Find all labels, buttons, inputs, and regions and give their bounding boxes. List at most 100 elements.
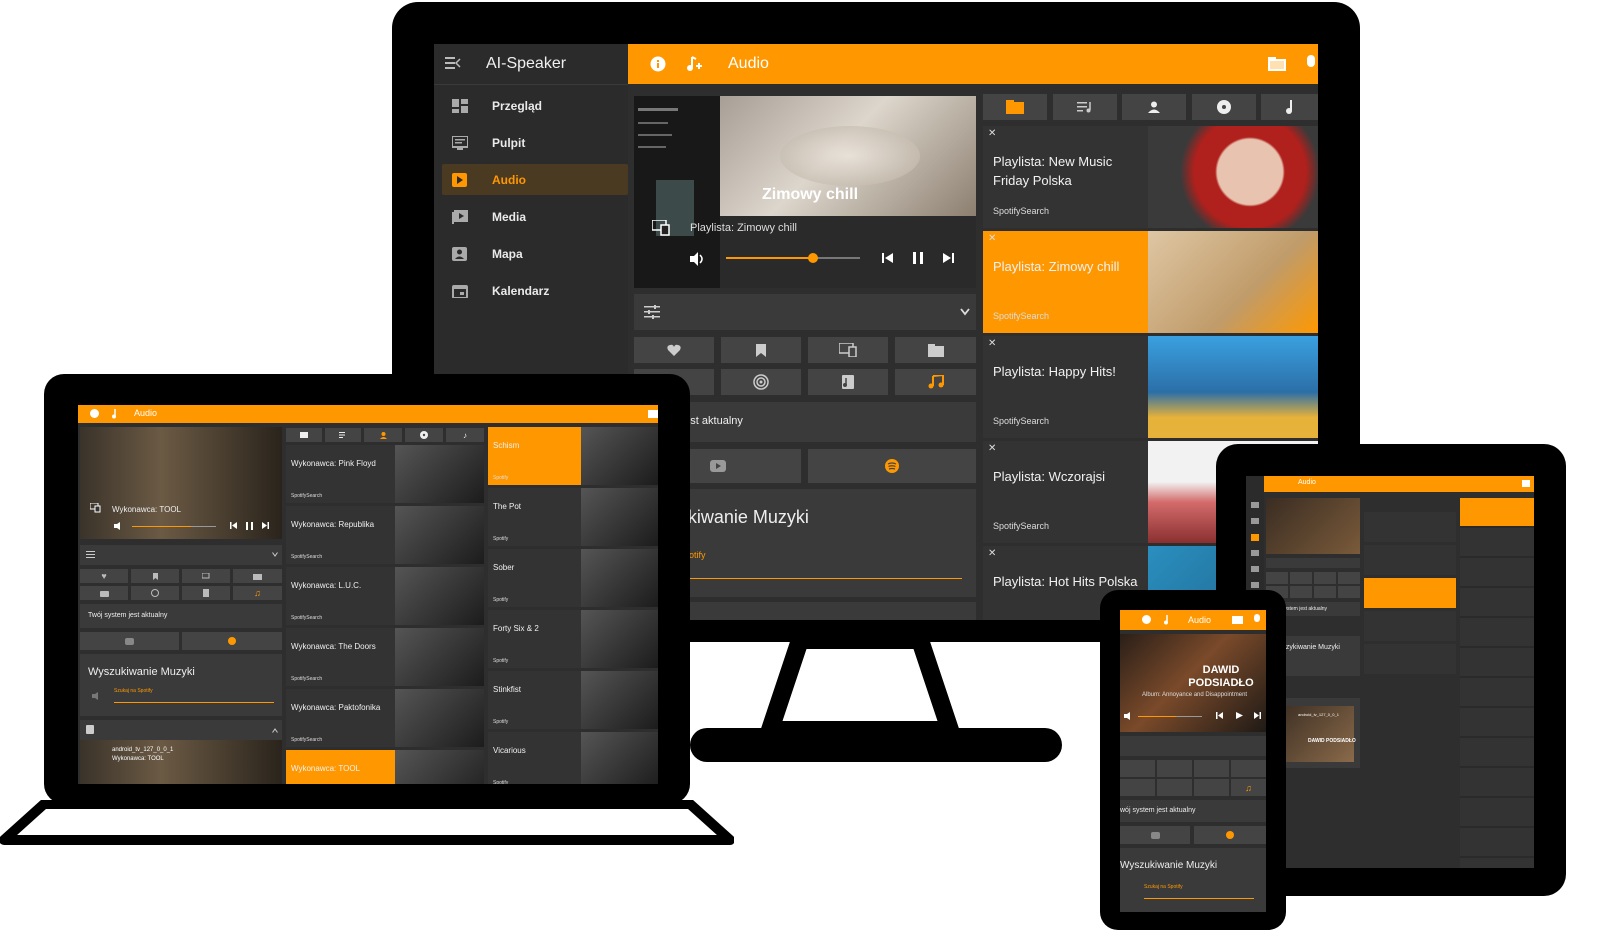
sidebar-item-przeglad[interactable]: Przegląd <box>442 90 628 121</box>
tablet-action-button[interactable] <box>1266 572 1288 584</box>
sidebar-item-media[interactable]: Media <box>442 201 628 232</box>
tab-playlists[interactable] <box>325 428 361 442</box>
list-item[interactable]: The Pot Spotify <box>488 488 658 546</box>
tab-artists[interactable] <box>364 428 402 442</box>
list-item[interactable]: Forty Six & 2 Spotify <box>488 610 658 668</box>
info-icon[interactable] <box>1142 615 1151 624</box>
tab-folders[interactable] <box>983 94 1047 120</box>
list-item-selected[interactable]: Wykonawca: TOOL <box>286 750 484 784</box>
audiobook-button[interactable] <box>1194 779 1229 796</box>
cast-devices-button[interactable] <box>1194 760 1229 777</box>
tablet-action-button[interactable] <box>1290 572 1312 584</box>
volume-icon[interactable] <box>114 522 123 530</box>
folder-icon[interactable] <box>1268 56 1288 72</box>
folder-button[interactable] <box>895 337 976 363</box>
search-input[interactable]: Szukaj na Spotify <box>1144 884 1254 899</box>
sidebar-item-audio[interactable]: Audio <box>442 164 628 195</box>
progress-track[interactable] <box>1138 716 1202 717</box>
skip-next-icon[interactable] <box>942 252 954 264</box>
volume-icon[interactable] <box>1124 712 1133 720</box>
folder-icon[interactable] <box>1522 480 1530 487</box>
spotify-button[interactable] <box>182 632 282 650</box>
music-button[interactable]: ♫ <box>233 586 282 600</box>
info-icon[interactable] <box>650 56 666 72</box>
audiobook-button[interactable] <box>808 369 888 395</box>
settings-row[interactable] <box>80 545 282 565</box>
tablet-action-button[interactable] <box>1338 572 1360 584</box>
list-item[interactable]: Wykonawca: Pink Floyd SpotifySearch <box>286 445 484 503</box>
info-icon[interactable] <box>90 409 99 418</box>
favorite-button[interactable]: ♥ <box>80 569 128 583</box>
sidebar-item-mapa[interactable]: Mapa <box>442 238 628 269</box>
settings-row[interactable] <box>634 294 976 330</box>
folder-icon[interactable] <box>1232 615 1243 624</box>
tab-albums[interactable] <box>1192 94 1256 120</box>
close-icon[interactable]: ✕ <box>988 548 996 559</box>
microphone-icon[interactable] <box>1304 55 1318 73</box>
close-icon[interactable]: ✕ <box>988 233 996 244</box>
tablet-action-button[interactable] <box>1314 586 1336 598</box>
sidebar-item-pulpit[interactable]: Pulpit <box>442 127 628 158</box>
tab-artists[interactable] <box>1122 94 1186 120</box>
settings-row[interactable] <box>1266 558 1360 568</box>
pause-icon[interactable] <box>912 251 924 265</box>
favorite-button[interactable] <box>1120 760 1155 777</box>
list-item[interactable]: Wykonawca: Republika SpotifySearch <box>286 506 484 564</box>
chevron-down-icon[interactable] <box>960 308 970 316</box>
radio-button[interactable] <box>1120 779 1155 796</box>
list-item[interactable]: Wykonawca: Paktofonika SpotifySearch <box>286 689 484 747</box>
menu-collapse-icon[interactable] <box>445 56 461 70</box>
cast-devices-button[interactable] <box>808 337 888 363</box>
folder-icon[interactable] <box>648 409 658 418</box>
close-icon[interactable]: ✕ <box>988 128 996 139</box>
sidebar-item-audio[interactable] <box>1251 534 1259 541</box>
cast-devices-button[interactable] <box>182 569 230 583</box>
music-add-icon[interactable] <box>686 55 704 73</box>
progress-track[interactable] <box>726 253 860 263</box>
list-item-selected[interactable] <box>1460 498 1534 526</box>
favorite-button[interactable] <box>634 337 714 363</box>
cast-icon[interactable] <box>90 503 101 513</box>
close-icon[interactable]: ✕ <box>988 443 996 454</box>
bookmark-button[interactable] <box>721 337 801 363</box>
radio-button[interactable] <box>80 586 128 600</box>
tab-tracks[interactable] <box>1261 94 1318 120</box>
cast-icon[interactable] <box>652 220 670 236</box>
list-item[interactable]: ✕ Playlista: New Music Friday Polska Spo… <box>983 126 1318 228</box>
volume-icon[interactable] <box>690 252 706 266</box>
skip-next-icon[interactable] <box>262 522 269 529</box>
tab-tracks[interactable]: ♪ <box>446 428 484 442</box>
youtube-button[interactable] <box>1120 826 1190 844</box>
tablet-action-button[interactable] <box>1314 572 1336 584</box>
skip-previous-icon[interactable] <box>882 252 894 264</box>
music-button[interactable] <box>895 369 976 395</box>
podcast-button[interactable] <box>131 586 179 600</box>
podcast-button[interactable] <box>721 369 801 395</box>
bookmark-button[interactable] <box>131 569 179 583</box>
music-add-icon[interactable] <box>112 408 121 419</box>
list-item[interactable]: ✕ Playlista: Happy Hits! SpotifySearch <box>983 336 1318 438</box>
list-item[interactable]: Stinkfist Spotify <box>488 671 658 729</box>
folder-button[interactable] <box>233 569 282 583</box>
music-add-icon[interactable] <box>1164 614 1173 625</box>
tab-albums[interactable] <box>405 428 443 442</box>
list-item[interactable]: Sober Spotify <box>488 549 658 607</box>
youtube-button[interactable] <box>80 632 179 650</box>
pause-icon[interactable] <box>246 522 253 530</box>
chevron-up-icon[interactable] <box>272 728 278 733</box>
list-item[interactable]: Vicarious Spotify <box>488 732 658 784</box>
microphone-icon[interactable] <box>1254 614 1260 625</box>
skip-previous-icon[interactable] <box>230 522 237 529</box>
sidebar-item-kalendarz[interactable]: Kalendarz <box>442 275 628 306</box>
spotify-button[interactable] <box>808 449 976 483</box>
list-item[interactable]: Wykonawca: The Doors SpotifySearch <box>286 628 484 686</box>
tab-folders[interactable] <box>286 428 322 442</box>
list-item-selected[interactable]: Schism Spotify <box>488 427 658 485</box>
settings-row[interactable] <box>1120 736 1266 756</box>
bookmark-button[interactable] <box>1157 760 1192 777</box>
tablet-action-button[interactable] <box>1290 586 1312 598</box>
skip-next-icon[interactable] <box>1254 712 1261 719</box>
close-icon[interactable]: ✕ <box>988 338 996 349</box>
list-item[interactable]: Wykonawca: L.U.C. SpotifySearch <box>286 567 484 625</box>
folder-button[interactable] <box>1231 760 1266 777</box>
